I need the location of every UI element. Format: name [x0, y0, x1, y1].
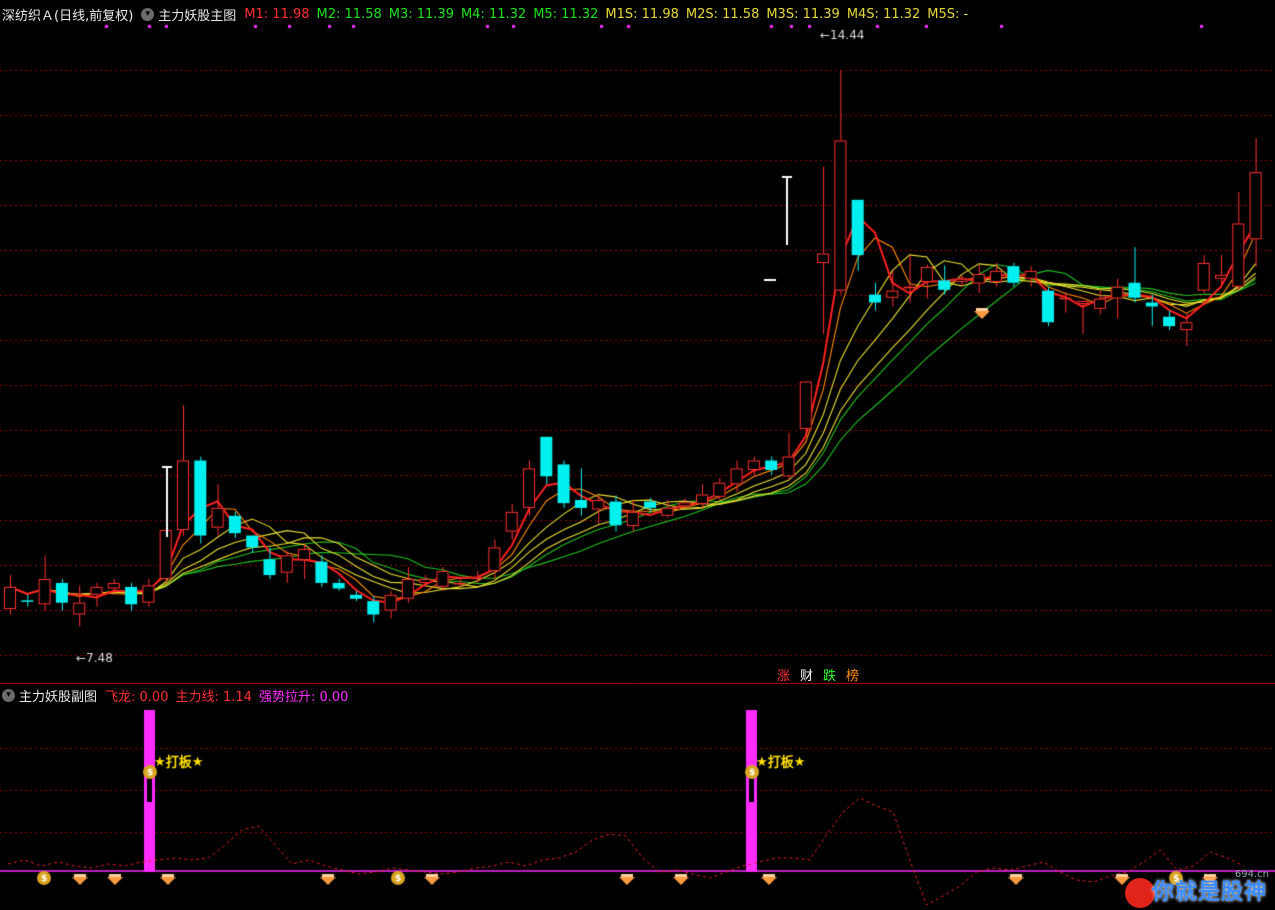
sub-indicator-name[interactable]: 主力妖股副图 — [19, 686, 97, 705]
sub-indicator-menu-icon[interactable]: ▾ — [2, 688, 15, 702]
stock-title[interactable]: 深纺织Ａ(日线,前复权) — [2, 5, 133, 24]
ma-label-4: M5: 11.32 — [533, 6, 599, 22]
ma-label-0: M1: 11.98 — [244, 6, 310, 22]
ma-values: M1: 11.98 M2: 11.58 M3: 11.39 M4: 11.32 M5: … — [244, 7, 975, 22]
sub-value-2: 强势拉升: 0.00 — [258, 689, 349, 705]
watermark-logo-icon — [1125, 878, 1155, 908]
ma-label-9: M5S: - — [927, 6, 969, 22]
ma-label-7: M3S: 11.39 — [766, 6, 840, 22]
tag-2[interactable]: 跌 — [821, 665, 838, 684]
tag-3[interactable]: 榜 — [844, 665, 861, 684]
sub-chart-header: ▾ 主力妖股副图 飞龙: 0.00 主力线: 1.14 强势拉升: 0.00 — [2, 684, 355, 706]
ma-label-5: M1S: 11.98 — [605, 6, 679, 22]
ma-label-2: M3: 11.39 — [388, 6, 454, 22]
period-label: (日线,前复权) — [54, 8, 134, 24]
ma-label-1: M2: 11.58 — [316, 6, 382, 22]
sub-values: 飞龙: 0.00 主力线: 1.14 强势拉升: 0.00 — [105, 686, 355, 705]
ma-label-3: M4: 11.32 — [460, 6, 527, 22]
main-indicator-name[interactable]: 主力妖股主图 — [158, 5, 236, 24]
stock-chart[interactable] — [0, 0, 1275, 910]
tag-0[interactable]: 涨 — [775, 665, 792, 684]
sub-value-0: 飞龙: 0.00 — [105, 689, 169, 705]
ma-label-6: M2S: 11.58 — [685, 6, 760, 22]
tag-1[interactable]: 财 — [798, 665, 815, 684]
stock-name: 深纺织Ａ — [2, 8, 55, 24]
sub-value-1: 主力线: 1.14 — [175, 689, 252, 705]
indicator-menu-icon[interactable]: ▾ — [141, 7, 155, 21]
main-chart-header: 深纺织Ａ(日线,前复权) ▾ 主力妖股主图 M1: 11.98 M2: 11.58… — [2, 3, 975, 25]
site-label: 694.cn — [1234, 869, 1269, 880]
info-tags: 涨财跌榜 — [775, 665, 861, 684]
ma-label-8: M4S: 11.32 — [846, 6, 921, 22]
